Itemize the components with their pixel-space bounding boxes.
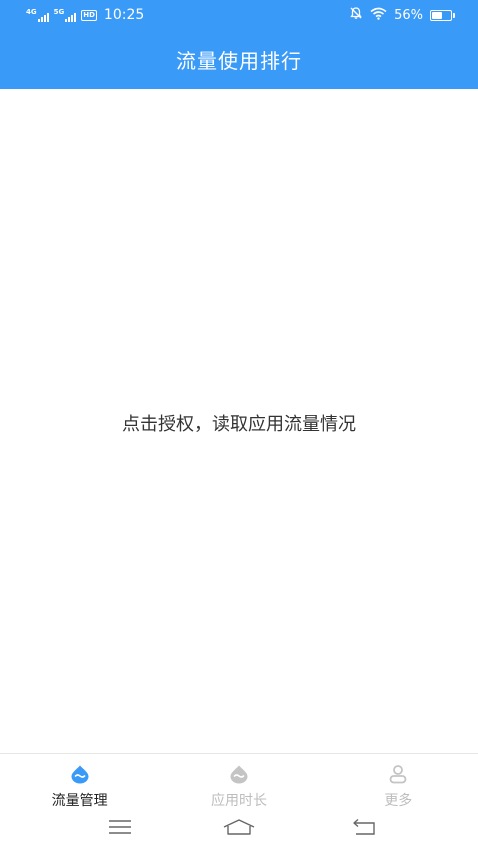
status-right: 56%: [349, 6, 455, 24]
app-header: 4G 5G HD 10:25 56% 流量使用排行: [0, 0, 478, 89]
menu-button[interactable]: [102, 817, 138, 841]
drop-wave-icon: [69, 764, 91, 788]
bottom-tab-bar: 流量管理 应用时长 更多: [0, 753, 478, 812]
menu-icon: [108, 819, 132, 839]
network-type-label: 4G: [26, 8, 37, 16]
wifi-icon: [370, 7, 387, 24]
tab-traffic-management[interactable]: 流量管理: [0, 754, 159, 812]
back-button[interactable]: [347, 817, 383, 841]
drop-wave-icon: [228, 764, 250, 788]
back-icon: [352, 818, 378, 840]
status-time: 10:25: [103, 7, 145, 23]
tab-label: 流量管理: [51, 793, 108, 809]
user-icon: [387, 764, 409, 788]
signal-4g-icon: 4G: [26, 8, 49, 22]
network-type-label: 5G: [53, 8, 65, 16]
page-title: 流量使用排行: [176, 49, 302, 73]
tab-app-usage-time[interactable]: 应用时长: [159, 754, 318, 812]
battery-icon: [430, 9, 455, 21]
tab-more[interactable]: 更多: [319, 754, 478, 812]
system-navigation-bar: [0, 811, 478, 850]
home-button[interactable]: [221, 817, 257, 841]
hd-badge: HD: [81, 9, 97, 21]
mute-bell-icon: [349, 6, 363, 24]
signal-5g-icon: 5G: [54, 8, 77, 22]
status-left: 4G 5G HD 10:25: [26, 6, 144, 24]
tab-label: 应用时长: [210, 793, 267, 809]
authorize-prompt[interactable]: 点击授权，读取应用流量情况: [0, 410, 478, 436]
status-bar: 4G 5G HD 10:25 56%: [0, 0, 478, 30]
battery-percent: 56%: [394, 7, 423, 23]
home-icon: [222, 818, 256, 840]
tab-label: 更多: [384, 793, 413, 809]
main-content: 点击授权，读取应用流量情况: [0, 89, 478, 753]
battery-level-fill: [432, 11, 443, 19]
